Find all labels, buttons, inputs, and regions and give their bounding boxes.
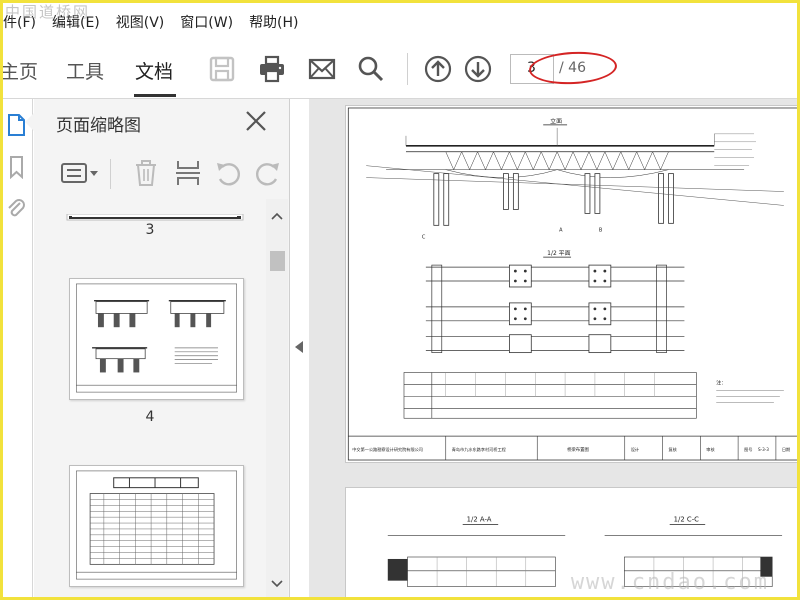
title-block-drawing: 桥梁布置图 xyxy=(567,446,589,453)
watermark-top: 中国道桥网 xyxy=(5,3,91,21)
menu-window[interactable]: 窗口(W) xyxy=(172,12,241,32)
mail-icon[interactable] xyxy=(308,55,336,83)
tools-separator xyxy=(110,159,111,189)
collapse-panel-icon[interactable] xyxy=(293,339,305,355)
title-block-project: 青岛市九水东路李村河桥工程 xyxy=(452,446,506,452)
attachment-icon[interactable] xyxy=(6,197,26,221)
menu-view[interactable]: 视图(V) xyxy=(108,12,173,32)
section-mark-a: A xyxy=(559,227,563,233)
section-mark-b: B xyxy=(599,227,603,233)
elevation-title: 立面 xyxy=(550,117,562,125)
notes-label: 注： xyxy=(716,379,726,386)
tab-tools[interactable]: 工具 xyxy=(66,57,104,84)
undo-icon[interactable] xyxy=(214,159,242,187)
page-thumbnail-icon[interactable] xyxy=(6,113,26,137)
tab-document[interactable]: 文档 xyxy=(135,57,173,84)
panel-pointer xyxy=(25,113,34,131)
scroll-thumb[interactable] xyxy=(270,251,285,271)
toolbar-separator xyxy=(407,53,408,85)
scroll-down-icon[interactable] xyxy=(270,575,284,589)
tab-home[interactable]: 主页 xyxy=(3,57,38,84)
thumbnail-page-3-bottom[interactable] xyxy=(66,207,244,221)
page-up-icon[interactable] xyxy=(424,55,452,83)
title-block-check: 审核 xyxy=(706,446,714,452)
delete-icon[interactable] xyxy=(132,159,160,187)
scroll-up-icon[interactable] xyxy=(270,209,284,223)
plan-title: 1/2 平面 xyxy=(547,250,570,257)
section-mark-c: C xyxy=(422,234,426,240)
menu-help[interactable]: 帮助(H) xyxy=(241,12,306,32)
title-block-drawing-no: S-3-3 xyxy=(758,447,769,452)
title-block-review: 复核 xyxy=(669,446,677,452)
insert-page-icon[interactable] xyxy=(174,159,202,187)
document-view[interactable]: 立面 C A B 1/2 平面 注： 中交第一公路勘察设计研究院有限公司 青岛市… xyxy=(309,99,797,597)
title-block-design: 设计 xyxy=(631,446,639,452)
thumbnail-tools xyxy=(34,151,290,197)
options-icon[interactable] xyxy=(60,159,100,187)
thumbnail-panel: 页面缩略图 3 4 xyxy=(25,99,290,597)
thumbnail-label: 3 xyxy=(145,222,155,238)
title-block-date-label: 日期 xyxy=(782,446,790,452)
search-icon[interactable] xyxy=(357,55,385,83)
thumbnail-list: 3 4 xyxy=(34,199,266,597)
thumbnail-scrollbar[interactable] xyxy=(266,199,288,597)
toolbar: 主页 工具 文档 3 / 46 xyxy=(3,41,797,99)
bookmark-icon[interactable] xyxy=(6,155,26,180)
app-window: 中国道桥网 件(F) 编辑(E) 视图(V) 窗口(W) 帮助(H) 主页 工具… xyxy=(3,3,797,597)
menu-bar: 件(F) 编辑(E) 视图(V) 窗口(W) 帮助(H) xyxy=(3,3,797,41)
document-page-3: 立面 C A B 1/2 平面 注： 中交第一公路勘察设计研究院有限公司 青岛市… xyxy=(345,105,797,463)
page-down-icon[interactable] xyxy=(464,55,492,83)
left-rail xyxy=(3,99,33,597)
active-tab-indicator xyxy=(134,94,176,97)
thumbnail-page-5[interactable] xyxy=(69,465,244,587)
print-icon[interactable] xyxy=(258,55,286,83)
section-aa-title: 1/2 A-A xyxy=(467,516,492,524)
save-icon[interactable] xyxy=(208,55,236,83)
close-icon[interactable] xyxy=(244,109,268,133)
panel-title: 页面缩略图 xyxy=(56,116,141,136)
title-block-company: 中交第一公路勘察设计研究院有限公司 xyxy=(352,446,423,452)
title-block-drawing-no-label: 图号 xyxy=(744,446,752,452)
thumbnail-page-4[interactable] xyxy=(69,278,244,400)
thumbnail-label: 4 xyxy=(145,409,155,425)
section-cc-title: 1/2 C-C xyxy=(674,516,700,524)
watermark-bottom: www.cndao.com xyxy=(570,570,769,595)
redo-icon[interactable] xyxy=(254,159,282,187)
